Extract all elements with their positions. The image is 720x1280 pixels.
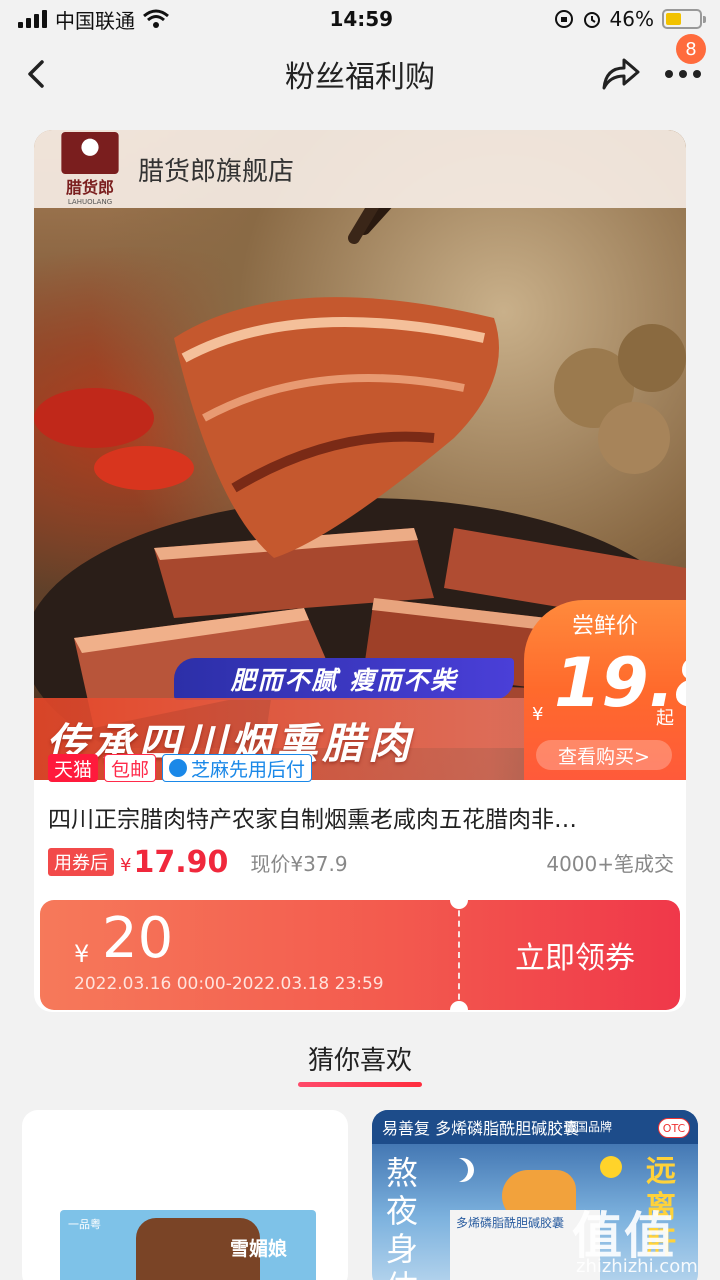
price-label: 尝鲜价: [571, 614, 638, 639]
status-bar: 中国联通 14:59 46%: [0, 0, 720, 38]
share-icon[interactable]: [600, 54, 642, 94]
recommend-item-right-vertical-text: 熬夜身体: [386, 1154, 419, 1280]
medicine-box-label: 多烯磷脂酰胆碱胶囊: [456, 1216, 565, 1230]
more-dots-icon[interactable]: [660, 60, 706, 100]
hero-price-box[interactable]: 尝鲜价 ¥ 19.8 起 查看购买>: [524, 600, 686, 780]
product-tags: 天猫 包邮 芝麻先用后付: [48, 754, 313, 782]
chevron-left-icon[interactable]: [18, 54, 58, 94]
coupon-amount: 20: [102, 906, 174, 971]
original-price: 现价¥37.9: [250, 851, 348, 876]
coupon-currency: ¥: [74, 940, 90, 968]
coupon-validity: 2022.03.16 00:00-2022.03.18 23:59: [74, 974, 384, 994]
watermark-url: zhizhizhi.com: [576, 1256, 698, 1277]
price-row: 用券后 ¥ 17.90 现价¥37.9 4000+笔成交: [48, 842, 674, 882]
store-logo-sub: LAHUOLANG: [67, 198, 113, 206]
view-purchase-button[interactable]: 查看购买>: [536, 740, 672, 770]
after-coupon-tag: 用券后: [48, 848, 114, 876]
battery-icon: [662, 9, 706, 29]
clock-time: 14:59: [329, 7, 394, 31]
recommend-item-left-name: 雪媚娘: [230, 1238, 288, 1260]
sold-count: 4000+笔成交: [546, 851, 674, 876]
after-coupon-currency: ¥: [120, 854, 132, 876]
recommend-heading[interactable]: 猜你喜欢: [0, 1040, 720, 1077]
coupon-notch-bottom: [450, 1001, 468, 1010]
product-card[interactable]: 腊货郎 LAHUOLANG 腊货郎旗舰店 肥而不腻 瘦而不柴 传承四川烟熏腊肉 …: [34, 130, 686, 1012]
price-currency: ¥: [532, 704, 544, 725]
status-right: 46%: [554, 7, 706, 31]
coupon-notch-top: [450, 900, 468, 909]
carrier-name: 中国联通: [55, 8, 135, 33]
recommend-item-right-origin: 德国品牌: [564, 1120, 613, 1134]
status-left: 中国联通: [18, 5, 169, 34]
store-logo-text: 腊货郎: [65, 178, 114, 197]
zhima-tag: 芝麻先用后付: [162, 754, 313, 782]
recommend-item-right-header: 易善复 多烯磷脂酰胆碱胶囊: [372, 1110, 698, 1144]
zhima-tag-label: 芝麻先用后付: [191, 758, 306, 781]
recommend-item-right-top-text: 易善复 多烯磷脂酰胆碱胶囊: [382, 1119, 580, 1138]
recommend-item-left-brand: 一品粤: [68, 1218, 101, 1231]
coupon-card[interactable]: ¥ 20 2022.03.16 00:00-2022.03.18 23:59 立…: [40, 900, 680, 1010]
product-title[interactable]: 四川正宗腊肉特产农家自制烟熏老咸肉五花腊肉非…: [48, 800, 668, 834]
wifi-icon: [143, 9, 169, 28]
battery-percent: 46%: [609, 7, 654, 31]
otc-badge: OTC: [658, 1118, 690, 1138]
moon-icon: [444, 1158, 468, 1182]
sun-icon: [600, 1156, 622, 1178]
free-shipping-tag: 包邮: [104, 754, 157, 782]
battery-fill: [666, 13, 681, 25]
price-suffix: 起: [656, 708, 674, 729]
recommend-heading-underline: [298, 1082, 422, 1087]
hero-slogan: 肥而不腻 瘦而不柴: [174, 658, 514, 700]
store-logo-icon: [61, 132, 119, 174]
alarm-icon: [583, 12, 600, 28]
store-header[interactable]: 腊货郎 LAHUOLANG 腊货郎旗舰店: [34, 130, 686, 208]
recommend-item-left[interactable]: 一品粤 雪媚娘: [22, 1110, 348, 1280]
nav-bar: 粉丝福利购 8: [0, 34, 720, 110]
page-title: 粉丝福利购: [285, 60, 435, 95]
after-coupon-price: 17.90: [133, 844, 229, 880]
product-hero-image[interactable]: 腊货郎 LAHUOLANG 腊货郎旗舰店 肥而不腻 瘦而不柴 传承四川烟熏腊肉 …: [34, 130, 686, 782]
store-logo: 腊货郎 LAHUOLANG: [48, 132, 132, 206]
tmall-tag: 天猫: [48, 754, 99, 782]
claim-coupon-button[interactable]: 立即领券: [470, 900, 680, 1010]
notification-badge: 8: [676, 34, 706, 64]
recommend-item-left-image: 一品粤 雪媚娘: [60, 1210, 316, 1280]
zhima-icon: [169, 759, 188, 777]
rotation-lock-icon: [554, 10, 573, 28]
store-name[interactable]: 腊货郎旗舰店: [138, 151, 294, 188]
signal-icon: [18, 10, 47, 28]
coupon-divider: [458, 900, 460, 1010]
